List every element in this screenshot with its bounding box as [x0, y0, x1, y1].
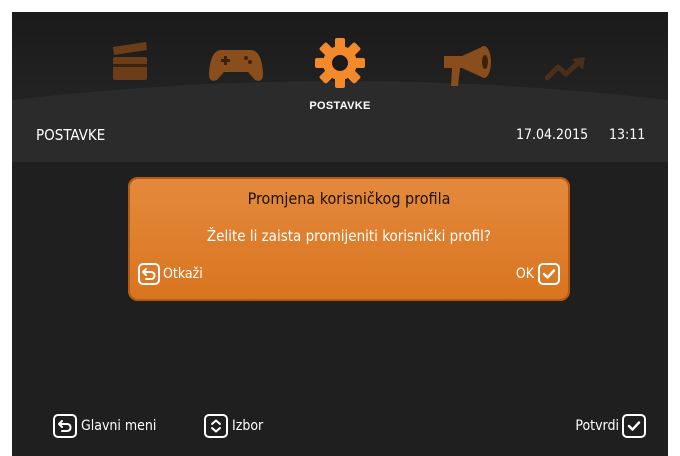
back-arrow-icon	[53, 414, 77, 438]
footer-main-menu-label: Glavni meni	[81, 418, 157, 434]
footer-main-menu-button[interactable]: Glavni meni	[53, 414, 156, 438]
dialog-ok-label: OK	[515, 266, 534, 282]
dialog-cancel-button[interactable]: Otkaži	[138, 263, 203, 285]
page-title: POSTAVKE	[36, 126, 106, 144]
footer-confirm-label: Potvrdi	[575, 418, 619, 434]
active-nav-label: POSTAVKE	[309, 100, 371, 112]
check-icon	[622, 414, 646, 438]
megaphone-icon[interactable]	[440, 44, 496, 88]
up-down-arrows-icon	[204, 414, 228, 438]
check-icon	[538, 263, 560, 285]
clapperboard-icon[interactable]	[106, 42, 156, 82]
gamepad-icon[interactable]	[208, 48, 264, 84]
confirm-dialog: Promjena korisničkog profila Želite li z…	[128, 177, 570, 301]
footer-confirm-button[interactable]: Potvrdi	[575, 414, 646, 438]
header-time: 13:11	[609, 127, 646, 143]
footer-select-button[interactable]: Izbor	[204, 414, 263, 438]
dialog-message: Želite li zaista promijeniti korisnički …	[206, 227, 492, 245]
header-date: 17.04.2015	[516, 127, 589, 143]
back-arrow-icon	[138, 263, 160, 285]
footer-select-label: Izbor	[232, 418, 264, 434]
gear-icon[interactable]	[313, 36, 367, 90]
dialog-cancel-label: Otkaži	[163, 266, 203, 282]
trending-icon[interactable]	[545, 56, 589, 84]
tv-screen: POSTAVKE POSTAVKE 17.04.2015 13:11 Promj…	[12, 12, 668, 456]
dialog-title: Promjena korisničkog profila	[247, 189, 451, 208]
dialog-ok-button[interactable]: OK	[516, 263, 560, 285]
